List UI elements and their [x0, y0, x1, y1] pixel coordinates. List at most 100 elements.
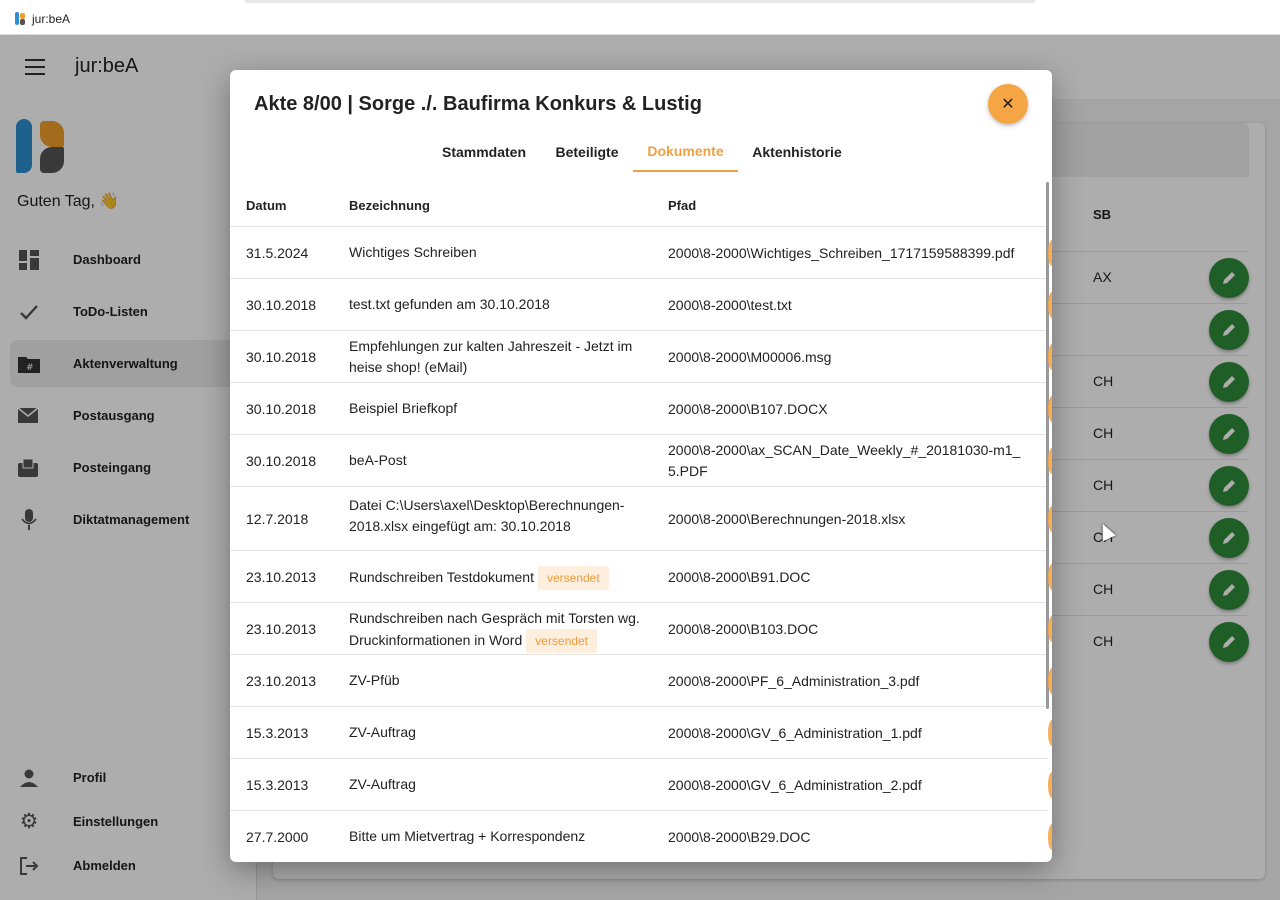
- table-row[interactable]: 23.10.2013 Rundschreiben Testdokument vers…: [230, 551, 1048, 603]
- cell-pfad: 2000\8-2000\B91.DOC: [668, 551, 1028, 603]
- cell-pfad: 2000\8-2000\B103.DOC: [668, 603, 1028, 655]
- tab-stammdaten[interactable]: Stammdaten: [430, 132, 538, 172]
- cell-datum: 31.5.2024: [246, 227, 346, 279]
- cell-pfad-text: 2000\8-2000\Wichtiges_Schreiben_17171595…: [668, 244, 1015, 261]
- cell-bezeichnung-text: ZV-Pfüb: [349, 672, 400, 688]
- cell-datum-text: 23.10.2013: [246, 620, 317, 637]
- cell-bezeichnung-text: Empfehlungen zur kalten Jahreszeit - Jet…: [349, 338, 633, 375]
- row-action-edge: [1048, 396, 1052, 422]
- table-row[interactable]: 31.5.2024 Wichtiges Schreiben 2000\8-2000\…: [230, 227, 1048, 279]
- table-row[interactable]: 30.10.2018 Empfehlungen zur kalten Jahres…: [230, 331, 1048, 383]
- row-action-edge: [1048, 344, 1052, 370]
- cell-bezeichnung: Wichtiges Schreiben: [349, 227, 649, 279]
- cell-bezeichnung: Datei C:\Users\axel\Desktop\Berechnungen…: [349, 487, 649, 551]
- cell-pfad-text: 2000\8-2000\PF_6_Administration_3.pdf: [668, 672, 920, 689]
- table-row[interactable]: 30.10.2018 beA-Post 2000\8-2000\ax_SCAN_Da…: [230, 435, 1048, 487]
- cell-datum: 30.10.2018: [246, 435, 346, 487]
- cell-bezeichnung: Empfehlungen zur kalten Jahreszeit - Jet…: [349, 331, 649, 383]
- row-action-edge: [1048, 824, 1052, 850]
- cell-datum: 23.10.2013: [246, 655, 346, 707]
- cell-pfad-text: 2000\8-2000\B91.DOC: [668, 568, 811, 585]
- cell-datum: 12.7.2018: [246, 487, 346, 551]
- cell-datum-text: 30.10.2018: [246, 400, 317, 417]
- cell-bezeichnung-text: test.txt gefunden am 30.10.2018: [349, 296, 550, 312]
- cell-pfad: 2000\8-2000\ax_SCAN_Date_Weekly_#_201810…: [668, 435, 1028, 487]
- row-action-edge: [1048, 448, 1052, 474]
- cell-datum-text: 30.10.2018: [246, 296, 317, 313]
- row-action-edge: [1048, 772, 1052, 798]
- cell-pfad-text: 2000\8-2000\test.txt: [668, 296, 792, 313]
- row-action-edge: [1048, 240, 1052, 266]
- cell-datum-text: 27.7.2000: [246, 828, 309, 845]
- cell-pfad: 2000\8-2000\PF_6_Administration_3.pdf: [668, 655, 1028, 707]
- cell-datum-text: 15.3.2013: [246, 724, 309, 741]
- status-badge: versendet: [526, 629, 597, 653]
- row-action-edge: [1048, 506, 1052, 532]
- tab-beteiligte[interactable]: Beteiligte: [542, 132, 632, 172]
- cell-pfad: 2000\8-2000\Wichtiges_Schreiben_17171595…: [668, 227, 1028, 279]
- tab-aktenhistorie[interactable]: Aktenhistorie: [742, 132, 852, 172]
- cell-datum-text: 15.3.2013: [246, 776, 309, 793]
- cell-pfad-text: 2000\8-2000\ax_SCAN_Date_Weekly_#_201810…: [668, 442, 1021, 479]
- cell-pfad: 2000\8-2000\test.txt: [668, 279, 1028, 331]
- table-row[interactable]: 23.10.2013 Rundschreiben nach Gespräch mi…: [230, 603, 1048, 655]
- cell-pfad: 2000\8-2000\GV_6_Administration_1.pdf: [668, 707, 1028, 759]
- cell-pfad: 2000\8-2000\B107.DOCX: [668, 383, 1028, 435]
- cell-pfad: 2000\8-2000\M00006.msg: [668, 331, 1028, 383]
- table-row[interactable]: 27.7.2000 Bitte um Mietvertrag + Korrespo…: [230, 811, 1048, 862]
- table-row[interactable]: 15.3.2013 ZV-Auftrag 2000\8-2000\GV_6_Admi…: [230, 759, 1048, 811]
- status-badge: versendet: [537, 566, 609, 590]
- dialog-title: Akte 8/00 | Sorge ./. Baufirma Konkurs &…: [254, 93, 702, 115]
- table-row[interactable]: 12.7.2018 Datei C:\Users\axel\Desktop\Ber…: [230, 487, 1048, 551]
- cell-pfad-text: 2000\8-2000\B103.DOC: [668, 620, 819, 637]
- cell-datum-text: 23.10.2013: [246, 568, 317, 585]
- column-header-pfad[interactable]: Pfad: [668, 198, 696, 213]
- table-row[interactable]: 30.10.2018 test.txt gefunden am 30.10.201…: [230, 279, 1048, 331]
- cell-datum: 15.3.2013: [246, 759, 346, 811]
- cell-bezeichnung-text: ZV-Auftrag: [349, 724, 416, 740]
- cell-datum-text: 23.10.2013: [246, 672, 317, 689]
- cell-pfad-text: 2000\8-2000\GV_6_Administration_2.pdf: [668, 776, 922, 793]
- cell-datum-text: 30.10.2018: [246, 452, 317, 469]
- cell-bezeichnung: test.txt gefunden am 30.10.2018: [349, 279, 649, 331]
- cell-pfad: 2000\8-2000\Berechnungen-2018.xlsx: [668, 487, 1028, 551]
- cell-datum-text: 12.7.2018: [246, 510, 309, 527]
- cell-datum-text: 30.10.2018: [246, 348, 317, 365]
- column-header-datum[interactable]: Datum: [246, 198, 286, 213]
- cell-datum: 30.10.2018: [246, 383, 346, 435]
- cell-bezeichnung: ZV-Pfüb: [349, 655, 649, 707]
- cell-bezeichnung: Rundschreiben nach Gespräch mit Torsten …: [349, 603, 649, 655]
- cell-datum: 15.3.2013: [246, 707, 346, 759]
- row-action-edge: [1048, 564, 1052, 590]
- cell-pfad-text: 2000\8-2000\Berechnungen-2018.xlsx: [668, 510, 906, 527]
- column-header-bezeichnung[interactable]: Bezeichnung: [349, 198, 430, 213]
- akte-dialog: Akte 8/00 | Sorge ./. Baufirma Konkurs &…: [230, 70, 1052, 862]
- cell-pfad-text: 2000\8-2000\M00006.msg: [668, 348, 832, 365]
- titlebar-decoration: [245, 0, 1035, 3]
- cell-bezeichnung-text: ZV-Auftrag: [349, 776, 416, 792]
- dialog-tabs: Stammdaten Beteiligte Dokumente Aktenhis…: [230, 132, 1052, 172]
- cell-bezeichnung-text: Datei C:\Users\axel\Desktop\Berechnungen…: [349, 497, 625, 534]
- cell-bezeichnung: Bitte um Mietvertrag + Korrespondenz: [349, 811, 649, 862]
- table-row[interactable]: 23.10.2013 ZV-Pfüb 2000\8-2000\PF_6_Admini…: [230, 655, 1048, 707]
- cell-bezeichnung-text: beA-Post: [349, 452, 407, 468]
- row-action-edge: [1048, 292, 1052, 318]
- table-row[interactable]: 30.10.2018 Beispiel Briefkopf 2000\8-2000\…: [230, 383, 1048, 435]
- cell-bezeichnung-text: Beispiel Briefkopf: [349, 400, 458, 416]
- window-title: jur:beA: [32, 12, 71, 26]
- cell-datum-text: 31.5.2024: [246, 244, 309, 261]
- cell-datum: 23.10.2013: [246, 603, 346, 655]
- cell-bezeichnung: Rundschreiben Testdokument versendet: [349, 551, 649, 603]
- cell-bezeichnung: ZV-Auftrag: [349, 707, 649, 759]
- tab-dokumente[interactable]: Dokumente: [633, 132, 738, 172]
- table-header: Datum Bezeichnung Pfad: [230, 182, 1048, 227]
- row-action-edge: [1048, 668, 1052, 694]
- window-titlebar: jur:beA: [0, 0, 1280, 35]
- close-button[interactable]: ✕: [988, 84, 1028, 124]
- row-action-edge: [1048, 720, 1052, 746]
- cell-bezeichnung: beA-Post: [349, 435, 649, 487]
- cell-datum: 27.7.2000: [246, 811, 346, 862]
- table-row[interactable]: 15.3.2013 ZV-Auftrag 2000\8-2000\GV_6_Admi…: [230, 707, 1048, 759]
- cell-bezeichnung-text: Rundschreiben Testdokument: [349, 569, 534, 585]
- cell-datum: 30.10.2018: [246, 331, 346, 383]
